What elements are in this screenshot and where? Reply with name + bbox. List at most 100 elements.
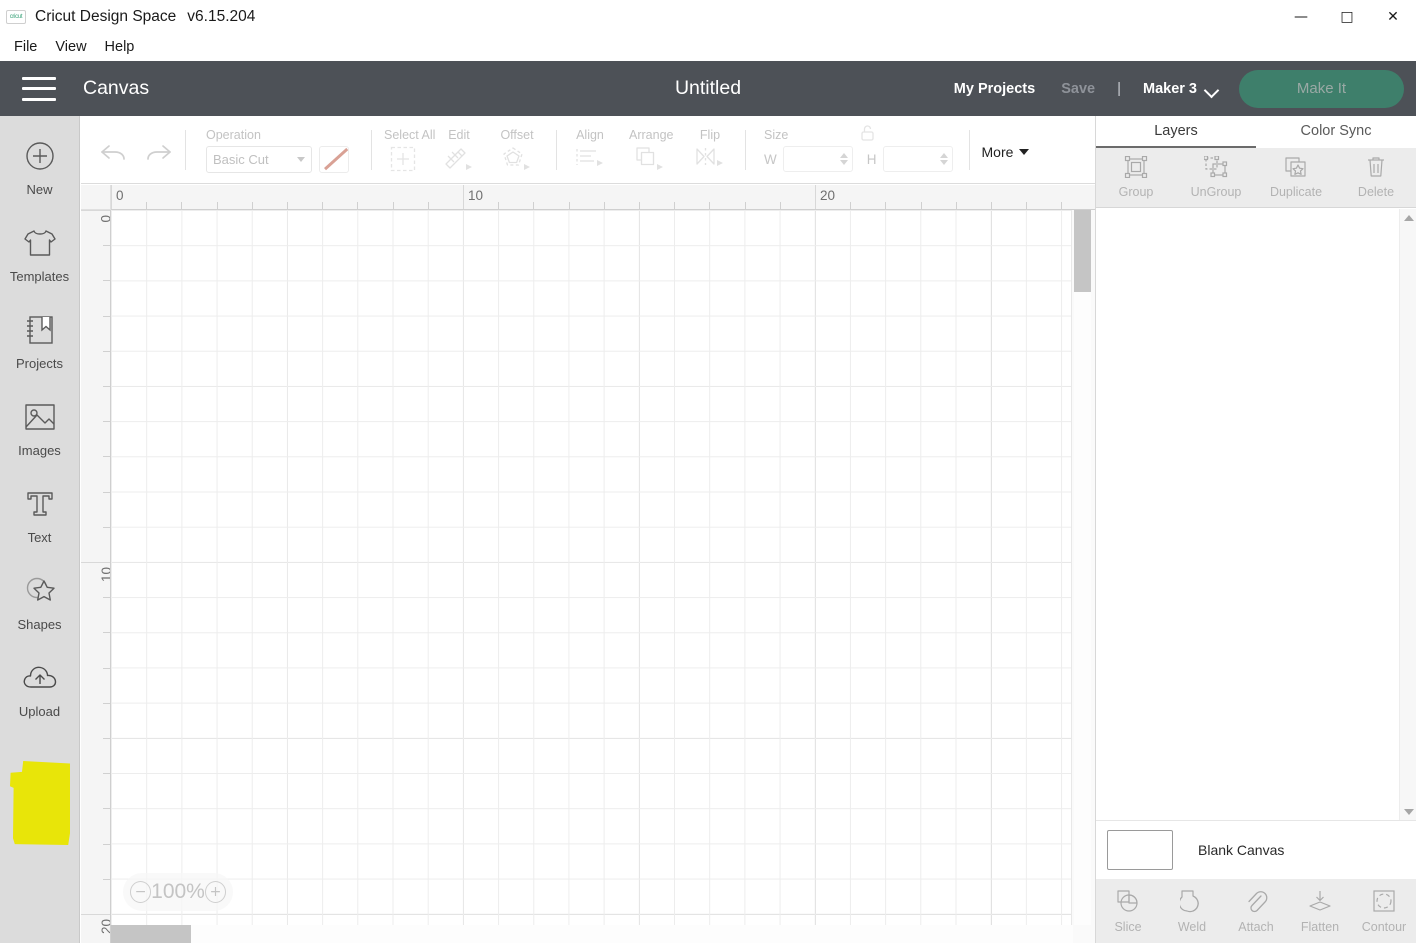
scrollbar-thumb[interactable] bbox=[1074, 210, 1091, 292]
tab-color-sync[interactable]: Color Sync bbox=[1256, 116, 1416, 148]
sidebar-item-text[interactable]: Text bbox=[0, 481, 80, 568]
duplicate-button[interactable]: Duplicate bbox=[1260, 156, 1332, 199]
sidebar-item-label: Templates bbox=[9, 269, 70, 284]
sidebar-item-images[interactable]: Images bbox=[0, 394, 80, 481]
ungroup-button[interactable]: UnGroup bbox=[1180, 155, 1252, 199]
ruler-h-label: 20 bbox=[820, 188, 836, 203]
hamburger-menu-icon[interactable] bbox=[22, 76, 56, 101]
picture-icon bbox=[24, 394, 56, 440]
undo-icon[interactable] bbox=[99, 142, 129, 169]
design-canvas[interactable]: 0 10 20 0 10 20 − bbox=[81, 185, 1095, 943]
sidebar-item-label: Text bbox=[27, 530, 52, 545]
layer-color-swatch[interactable] bbox=[1107, 830, 1173, 870]
toolbar-separator bbox=[968, 130, 970, 170]
sidebar-item-projects[interactable]: Projects bbox=[0, 307, 80, 394]
width-input[interactable] bbox=[782, 146, 853, 172]
chevron-down-icon bbox=[1206, 85, 1219, 93]
attach-button[interactable]: Attach bbox=[1225, 889, 1287, 934]
left-sidebar: New Templates Projects Images Text Shape… bbox=[0, 116, 80, 943]
height-stepper[interactable] bbox=[939, 153, 948, 165]
trash-icon bbox=[1365, 156, 1387, 183]
delete-button[interactable]: Delete bbox=[1340, 156, 1412, 199]
panel-tabs: Layers Color Sync bbox=[1096, 116, 1416, 148]
arrange-button[interactable]: Arrange bbox=[629, 116, 673, 184]
unlocked-padlock-icon[interactable] bbox=[860, 124, 875, 147]
width-stepper[interactable] bbox=[839, 153, 848, 165]
weld-button[interactable]: Weld bbox=[1161, 889, 1223, 934]
canvas-grid[interactable] bbox=[111, 210, 1095, 943]
canvas-horizontal-scrollbar[interactable] bbox=[111, 925, 1073, 943]
close-button[interactable]: ✕ bbox=[1370, 0, 1416, 33]
height-input[interactable] bbox=[882, 146, 953, 172]
flatten-icon bbox=[1307, 889, 1333, 918]
zoom-control[interactable]: − 100% + bbox=[123, 873, 233, 911]
panel-vertical-scrollbar[interactable] bbox=[1399, 209, 1416, 820]
zoom-out-button[interactable]: − bbox=[130, 881, 152, 903]
toolbar-separator bbox=[745, 130, 746, 170]
app-header: Canvas Untitled My Projects Save | Maker… bbox=[0, 61, 1416, 116]
select-all-button[interactable]: Select All bbox=[384, 116, 435, 184]
group-button[interactable]: Group bbox=[1100, 155, 1172, 199]
cricut-logo-icon: cricut bbox=[6, 9, 26, 24]
ruler-v-label: 10 bbox=[99, 567, 111, 583]
sidebar-item-new[interactable]: New bbox=[0, 133, 80, 220]
scroll-down-arrow-icon[interactable] bbox=[1400, 803, 1416, 820]
align-button[interactable]: Align bbox=[569, 116, 611, 184]
chevron-down-icon bbox=[1019, 149, 1030, 155]
sidebar-item-upload[interactable]: Upload bbox=[0, 655, 80, 742]
contour-button[interactable]: Contour bbox=[1353, 889, 1415, 934]
ruler-h-label: 0 bbox=[116, 188, 124, 203]
edit-icon bbox=[444, 146, 474, 175]
my-projects-link[interactable]: My Projects bbox=[954, 81, 1035, 97]
edit-button[interactable]: Edit bbox=[438, 116, 480, 184]
size-group: Size W H bbox=[764, 116, 953, 184]
make-it-button[interactable]: Make It bbox=[1239, 69, 1404, 108]
ruler-v-label: 20 bbox=[99, 919, 111, 935]
canvas-vertical-scrollbar[interactable] bbox=[1074, 210, 1091, 925]
cloud-upload-icon bbox=[22, 655, 58, 701]
edit-label: Edit bbox=[448, 128, 470, 142]
menu-item-view[interactable]: View bbox=[46, 36, 95, 58]
sidebar-item-shapes[interactable]: Shapes bbox=[0, 568, 80, 655]
offset-button[interactable]: Offset bbox=[496, 116, 538, 184]
operation-value: Basic Cut bbox=[213, 152, 269, 167]
minimize-button[interactable]: — bbox=[1278, 0, 1324, 33]
flatten-button[interactable]: Flatten bbox=[1289, 889, 1351, 934]
zoom-in-button[interactable]: + bbox=[204, 881, 226, 903]
width-label: W bbox=[764, 151, 777, 167]
more-button[interactable]: More bbox=[982, 144, 1030, 160]
menu-item-help[interactable]: Help bbox=[96, 36, 144, 58]
menu-item-file[interactable]: File bbox=[5, 36, 46, 58]
star-shapes-icon bbox=[24, 568, 56, 614]
machine-selector[interactable]: Maker 3 bbox=[1143, 81, 1219, 97]
layers-list[interactable] bbox=[1096, 209, 1416, 820]
weld-icon bbox=[1178, 889, 1204, 918]
flip-button[interactable]: Flip bbox=[689, 116, 731, 184]
bookmark-book-icon bbox=[25, 307, 55, 353]
contour-label: Contour bbox=[1361, 919, 1407, 934]
height-label: H bbox=[866, 151, 877, 167]
canvas-breadcrumb[interactable]: Canvas bbox=[83, 77, 149, 100]
menubar: File View Help bbox=[0, 33, 1416, 61]
save-button[interactable]: Save bbox=[1061, 81, 1095, 97]
ruler-h-label: 10 bbox=[468, 188, 484, 203]
sidebar-item-templates[interactable]: Templates bbox=[0, 220, 80, 307]
scrollbar-thumb[interactable] bbox=[111, 925, 191, 943]
scroll-up-arrow-icon[interactable] bbox=[1400, 209, 1416, 226]
operation-color-swatch[interactable] bbox=[319, 146, 349, 173]
slice-icon bbox=[1116, 889, 1140, 918]
redo-icon[interactable] bbox=[143, 142, 173, 169]
list-item[interactable]: Blank Canvas bbox=[1096, 820, 1416, 879]
group-label: Group bbox=[1118, 185, 1154, 199]
maximize-button[interactable]: □ bbox=[1324, 0, 1370, 33]
tab-layers[interactable]: Layers bbox=[1096, 116, 1256, 148]
horizontal-ruler: 0 10 20 bbox=[111, 185, 1095, 210]
duplicate-icon bbox=[1284, 156, 1308, 183]
operation-select[interactable]: Basic Cut bbox=[206, 146, 312, 173]
layer-name: Blank Canvas bbox=[1198, 842, 1285, 858]
slice-button[interactable]: Slice bbox=[1097, 889, 1159, 934]
arrange-icon bbox=[635, 146, 665, 175]
text-t-icon bbox=[25, 481, 55, 527]
operation-group: Operation Basic Cut bbox=[206, 116, 349, 184]
select-all-icon bbox=[390, 146, 416, 177]
